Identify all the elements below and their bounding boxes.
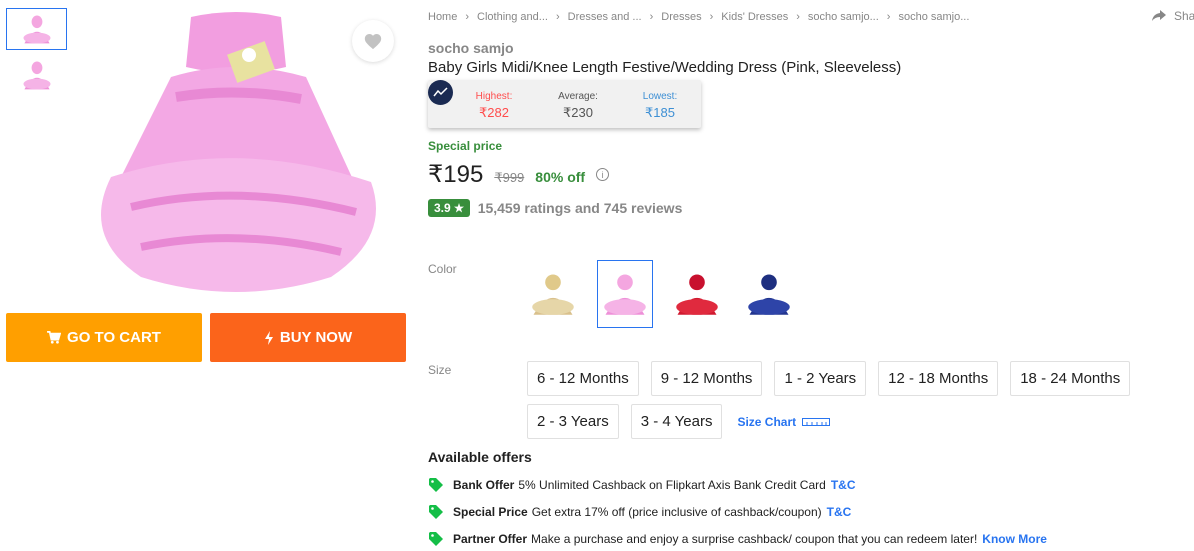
lightning-icon	[264, 330, 273, 345]
rating-badge[interactable]: 3.9	[428, 199, 470, 217]
dress-thumbnail-image	[23, 61, 50, 90]
heart-icon	[364, 34, 382, 50]
cart-icon	[47, 331, 62, 344]
size-chart-label: Size Chart	[737, 414, 797, 429]
size-option[interactable]: 2 - 3 Years	[527, 404, 619, 439]
product-title: Baby Girls Midi/Knee Length Festive/Wedd…	[428, 59, 902, 76]
offer-item: Special Price Get extra 17% off (price i…	[428, 504, 851, 520]
buy-now-label: BUY NOW	[279, 329, 353, 346]
dress-swatch-image	[604, 274, 646, 315]
offer-type: Partner Offer	[453, 532, 528, 546]
color-swatch-red[interactable]	[669, 260, 725, 328]
size-option[interactable]: 6 - 12 Months	[527, 361, 639, 396]
thumbnail-list	[6, 8, 68, 100]
offer-text: Make a purchase and enjoy a surprise cas…	[531, 532, 978, 546]
breadcrumb-separator-icon: ›	[886, 11, 891, 23]
price-highest: Highest: ₹282	[454, 91, 534, 121]
buy-now-button[interactable]: BUY NOW	[210, 313, 406, 362]
highest-label: Highest:	[475, 91, 513, 102]
breadcrumb-item[interactable]: Home	[428, 11, 457, 23]
breadcrumb-item[interactable]: Dresses	[661, 11, 701, 23]
breadcrumb-separator-icon: ›	[796, 11, 800, 23]
rating-summary[interactable]: 15,459 ratings and 745 reviews	[478, 200, 683, 216]
dress-thumbnail-image	[23, 15, 50, 44]
breadcrumb-item[interactable]: Kids' Dresses	[721, 11, 788, 23]
size-option[interactable]: 12 - 18 Months	[878, 361, 999, 396]
offer-link[interactable]: Know More	[982, 532, 1047, 546]
lowest-value: ₹185	[645, 105, 675, 120]
thumbnail-2[interactable]	[6, 54, 67, 96]
selling-price: ₹195	[428, 161, 484, 188]
info-icon[interactable]: i	[596, 168, 610, 181]
offer-type: Special Price	[453, 505, 528, 519]
share-label: Sha	[1174, 9, 1194, 23]
size-option[interactable]: 1 - 2 Years	[774, 361, 867, 396]
offer-item: Bank Offer 5% Unlimited Cashback on Flip…	[428, 477, 856, 493]
color-swatch-pink[interactable]	[597, 260, 653, 328]
offer-type: Bank Offer	[453, 478, 515, 492]
ruler-icon	[802, 417, 831, 426]
go-to-cart-label: GO TO CART	[67, 329, 161, 346]
price-lowest: Lowest: ₹185	[620, 91, 700, 121]
rating-row: 3.9 15,459 ratings and 745 reviews	[428, 199, 682, 217]
share-button[interactable]: Sha	[1152, 9, 1194, 23]
dress-image	[101, 12, 376, 292]
rating-score: 3.9	[434, 201, 451, 215]
offer-link[interactable]: T&C	[831, 478, 856, 492]
price-row: ₹195 ₹999 80% off i	[428, 160, 610, 189]
discount-percent: 80% off	[535, 169, 586, 185]
offer-tag-icon	[429, 505, 443, 519]
price-tracker-logo-icon	[428, 80, 453, 105]
thumbnail-1[interactable]	[6, 8, 67, 50]
breadcrumb-item[interactable]: Dresses and ...	[568, 11, 642, 23]
price-average: Average: ₹230	[538, 91, 618, 121]
highest-value: ₹282	[479, 105, 509, 120]
offer-link[interactable]: T&C	[827, 505, 852, 519]
available-offers-title: Available offers	[428, 449, 532, 465]
size-label: Size	[428, 363, 452, 377]
size-chart-link[interactable]: Size Chart	[737, 414, 831, 429]
size-option[interactable]: 9 - 12 Months	[650, 361, 763, 396]
lowest-label: Lowest:	[642, 91, 678, 102]
breadcrumb-item[interactable]: Clothing and...	[477, 11, 548, 23]
color-options	[525, 260, 797, 328]
breadcrumb-separator-icon: ›	[649, 11, 654, 23]
breadcrumb-separator-icon: ›	[465, 11, 470, 23]
breadcrumb-separator-icon: ›	[709, 11, 714, 23]
offer-item: Partner Offer Make a purchase and enjoy …	[428, 531, 1047, 547]
size-option[interactable]: 18 - 24 Months	[1010, 361, 1131, 396]
original-price: ₹999	[494, 170, 525, 185]
dress-swatch-image	[676, 274, 718, 315]
offer-text: Get extra 17% off (price inclusive of ca…	[531, 505, 822, 519]
offer-tag-icon	[429, 532, 443, 546]
dress-swatch-image	[532, 274, 574, 315]
size-option[interactable]: 3 - 4 Years	[630, 404, 723, 439]
color-swatch-blue[interactable]	[741, 260, 797, 328]
average-value: ₹230	[563, 105, 593, 120]
average-label: Average:	[558, 91, 598, 102]
breadcrumb-item[interactable]: socho samjo...	[898, 11, 969, 23]
go-to-cart-button[interactable]: GO TO CART	[6, 313, 202, 362]
special-price-label: Special price	[428, 139, 503, 153]
breadcrumb-item[interactable]: socho samjo...	[808, 11, 879, 23]
star-icon	[453, 203, 464, 213]
share-icon	[1152, 10, 1166, 21]
price-history-widget: Highest: ₹282 Average: ₹230 Lowest: ₹185	[428, 80, 701, 128]
size-options: 6 - 12 Months 9 - 12 Months 1 - 2 Years …	[527, 361, 1194, 447]
color-swatch-gold[interactable]	[525, 260, 581, 328]
breadcrumb: Home › Clothing and... › Dresses and ...…	[428, 11, 969, 23]
breadcrumb-separator-icon: ›	[555, 11, 560, 23]
offer-tag-icon	[429, 478, 443, 492]
offer-text: 5% Unlimited Cashback on Flipkart Axis B…	[518, 478, 826, 492]
wishlist-button[interactable]	[352, 20, 394, 62]
dress-swatch-image	[748, 274, 790, 315]
color-label: Color	[428, 262, 457, 276]
brand-name[interactable]: socho samjo	[428, 40, 514, 56]
